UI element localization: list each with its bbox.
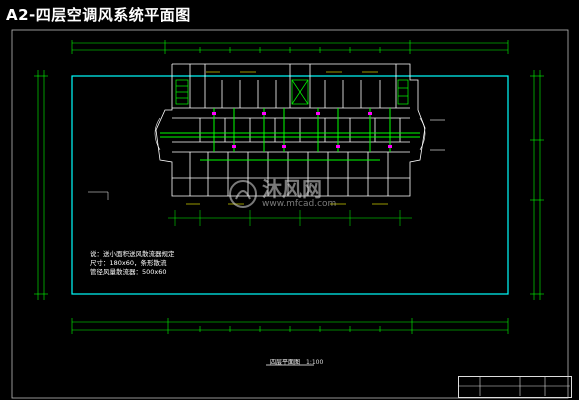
note-line-2: 尺寸：180x60，条形散流 — [90, 259, 167, 267]
plan-label-text: 四层平面图 — [270, 359, 301, 366]
watermark-logo-icon — [229, 180, 257, 208]
design-note: 说：送小面积送风散流器规定 尺寸：180x60，条形散流 管径风量散流器：500… — [90, 250, 175, 277]
watermark: 沐风网 www.mfcad.com — [228, 179, 336, 209]
note-line-1: 说：送小面积送风散流器规定 — [90, 250, 175, 258]
axis-lines — [168, 210, 412, 226]
plan-label: 四层平面图 1:100 — [270, 357, 323, 366]
drawing-title: A2-四层空调风系统平面图 — [6, 6, 191, 24]
bottom-dimension-lines — [71, 318, 509, 334]
title-block — [458, 376, 572, 398]
note-line-3: 管径风量散流器：500x60 — [90, 268, 167, 276]
watermark-cn: 沐风网 — [262, 177, 322, 201]
diffuser-marks — [212, 112, 392, 148]
watermark-en: www.mfcad.com — [262, 199, 337, 209]
top-dimension-lines — [71, 40, 509, 54]
plan-scale: 1:100 — [306, 359, 324, 366]
stair-shafts — [175, 79, 409, 105]
